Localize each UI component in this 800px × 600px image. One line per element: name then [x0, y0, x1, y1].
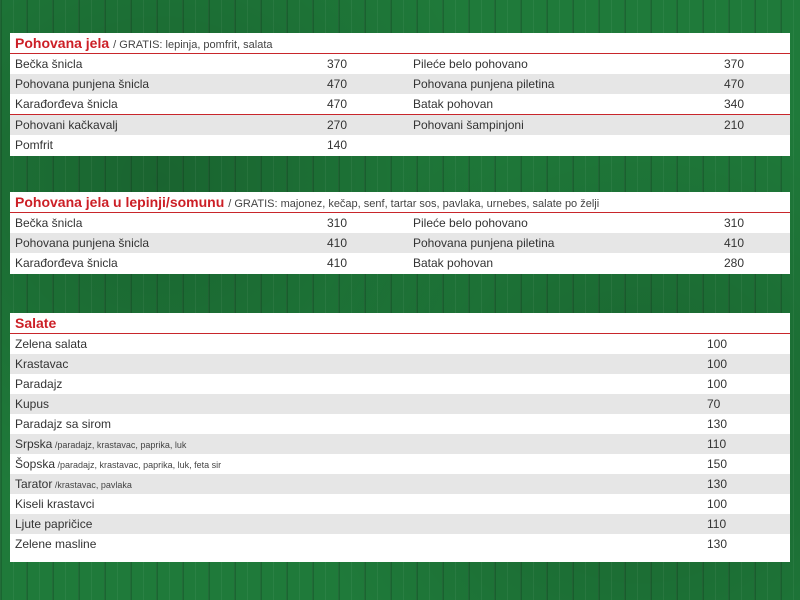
item-price: 470 — [327, 97, 348, 111]
item-price: 410 — [327, 236, 348, 250]
item-name: Pohovani kačkavalj — [15, 118, 118, 132]
menu-row: Zelene masline 130 — [10, 534, 790, 554]
item-note: /paradajz, krastavac, paprika, luk, feta… — [55, 460, 222, 470]
menu-row: Kupus 70 — [10, 394, 790, 414]
section-header: Pohovana jela / GRATIS: lepinja, pomfrit,… — [10, 33, 790, 54]
item-price: 470 — [724, 77, 745, 91]
item-price: 370 — [327, 57, 348, 71]
item-name: Zelena salata — [15, 337, 88, 351]
menu-row: Bečka šnicla 370 Pileće belo pohovano 37… — [10, 54, 790, 74]
item-price: 370 — [724, 57, 745, 71]
item-price: 280 — [724, 256, 745, 270]
item-name: Pohovani šampinjoni — [413, 118, 524, 132]
section-header: Pohovana jela u lepinji/somunu / GRATIS: … — [10, 192, 790, 213]
menu-row: Ljute papričice 110 — [10, 514, 790, 534]
item-price: 100 — [707, 357, 728, 371]
item-price: 340 — [724, 97, 745, 111]
item-price: 310 — [724, 216, 745, 230]
item-price: 270 — [327, 118, 348, 132]
item-name: Pohovana punjena piletina — [413, 77, 555, 91]
item-name: Kiseli krastavci — [15, 497, 95, 511]
item-name: Batak pohovan — [413, 97, 494, 111]
section-header: Salate — [10, 313, 790, 334]
item-price: 410 — [327, 256, 348, 270]
item-price: 150 — [707, 457, 728, 471]
menu-row: Šopska /paradajz, krastavac, paprika, lu… — [10, 454, 790, 474]
menu-row: Srpska /paradajz, krastavac, paprika, lu… — [10, 434, 790, 454]
item-price: 140 — [327, 138, 348, 152]
item-price: 470 — [327, 77, 348, 91]
menu-row: Kiseli krastavci 100 — [10, 494, 790, 514]
item-price: 130 — [707, 477, 728, 491]
item-name: Batak pohovan — [413, 256, 494, 270]
section-subtitle: / GRATIS: majonez, kečap, senf, tartar s… — [228, 198, 600, 210]
item-name: Krastavac — [15, 357, 69, 371]
menu-section-pohovana-jela: Pohovana jela / GRATIS: lepinja, pomfrit,… — [10, 33, 790, 156]
item-price: 100 — [707, 337, 728, 351]
item-name: Pileće belo pohovano — [413, 216, 528, 230]
item-name: Karađorđeva šnicla — [15, 97, 118, 111]
item-name: Paradajz sa sirom — [15, 417, 112, 431]
item-price: 130 — [707, 417, 728, 431]
item-note: /paradajz, krastavac, paprika, luk — [52, 440, 187, 450]
item-name: Pohovana punjena šnicla — [15, 236, 150, 250]
menu-section-salate: Salate Zelena salata 100 Krastavac 100 P… — [10, 313, 790, 562]
item-price: 70 — [707, 397, 721, 411]
menu-row: Paradajz sa sirom 130 — [10, 414, 790, 434]
menu-row: Tarator /krastavac, pavlaka 130 — [10, 474, 790, 494]
menu-section-pohovana-jela-u-lepinji: Pohovana jela u lepinji/somunu / GRATIS: … — [10, 192, 790, 274]
section-title: Salate — [15, 315, 57, 331]
menu-row: Karađorđeva šnicla 470 Batak pohovan 340 — [10, 94, 790, 115]
item-name: Pohovana punjena šnicla — [15, 77, 150, 91]
item-price: 110 — [707, 517, 727, 531]
menu-row: Pomfrit 140 — [10, 135, 790, 155]
item-name: Srpska — [15, 437, 53, 451]
menu-row: Pohovana punjena šnicla 470 Pohovana pun… — [10, 74, 790, 94]
item-name: Bečka šnicla — [15, 57, 83, 71]
item-name: Ljute papričice — [15, 517, 93, 531]
menu-row: Zelena salata 100 — [10, 334, 790, 354]
item-name: Karađorđeva šnicla — [15, 256, 118, 270]
item-price: 100 — [707, 377, 728, 391]
item-note: /krastavac, pavlaka — [52, 480, 132, 490]
menu-row: Karađorđeva šnicla 410 Batak pohovan 280 — [10, 253, 790, 273]
item-name: Pomfrit — [15, 138, 54, 152]
item-name: Bečka šnicla — [15, 216, 83, 230]
item-name: Tarator — [15, 477, 53, 491]
item-name: Pileće belo pohovano — [413, 57, 528, 71]
menu-row: Pohovani kačkavalj 270 Pohovani šampinjo… — [10, 115, 790, 135]
menu-row: Krastavac 100 — [10, 354, 790, 374]
menu-row: Bečka šnicla 310 Pileće belo pohovano 31… — [10, 213, 790, 233]
section-subtitle: / GRATIS: lepinja, pomfrit, salata — [113, 39, 273, 51]
section-title: Pohovana jela — [15, 35, 110, 51]
item-price: 310 — [327, 216, 348, 230]
item-price: 100 — [707, 497, 728, 511]
item-name: Zelene masline — [15, 537, 97, 551]
item-name: Paradajz — [15, 377, 63, 391]
item-price: 110 — [707, 437, 727, 451]
item-price: 130 — [707, 537, 728, 551]
item-price: 410 — [724, 236, 745, 250]
menu-row: Pohovana punjena šnicla 410 Pohovana pun… — [10, 233, 790, 253]
item-name: Šopska — [15, 457, 56, 471]
item-name: Pohovana punjena piletina — [413, 236, 555, 250]
item-price: 210 — [724, 118, 745, 132]
item-name: Kupus — [15, 397, 50, 411]
menu-row: Paradajz 100 — [10, 374, 790, 394]
section-title: Pohovana jela u lepinji/somunu — [15, 194, 225, 210]
